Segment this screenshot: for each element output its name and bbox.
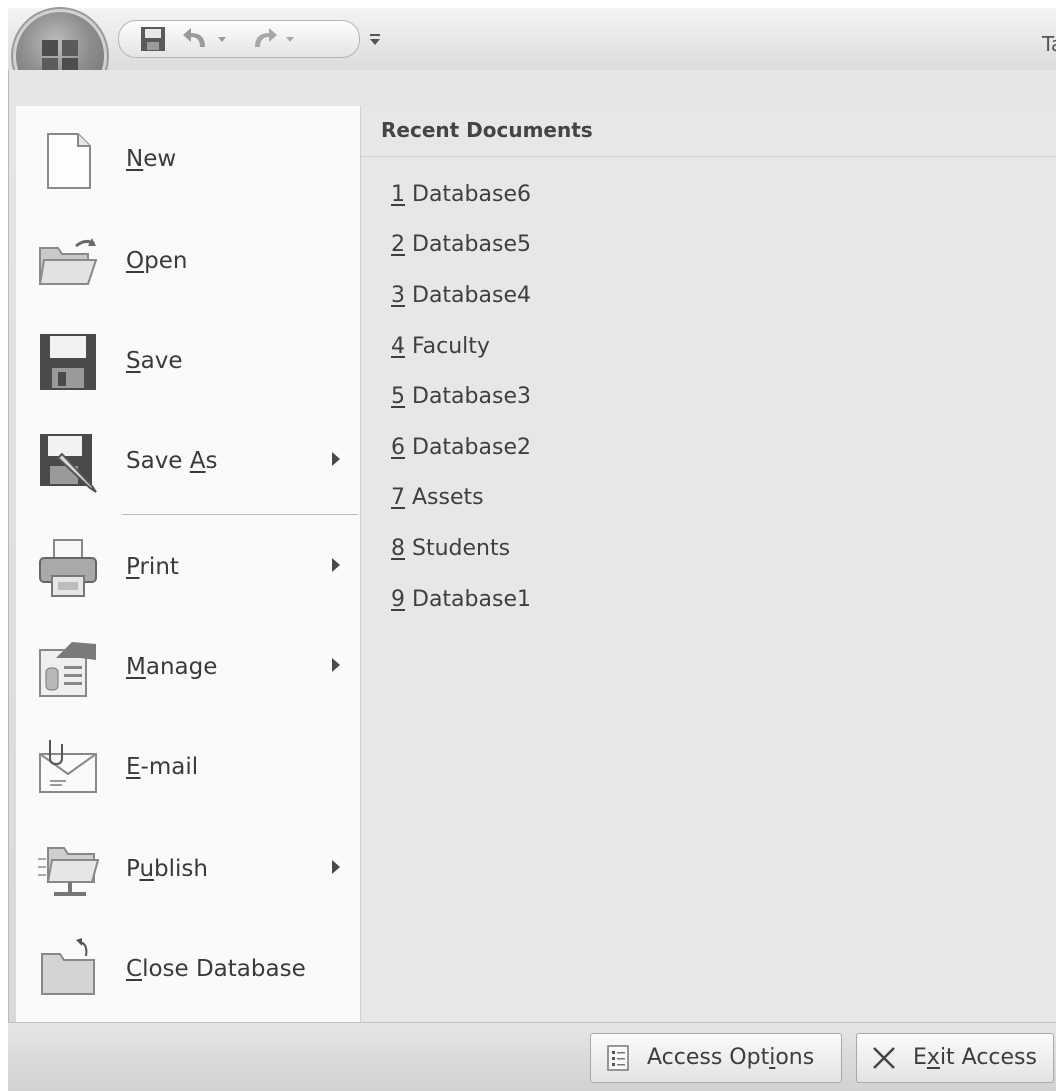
printer-icon: [36, 536, 100, 600]
recent-document-item[interactable]: 7 Assets: [391, 485, 484, 510]
office-menu-footer: Access Options Exit Access: [8, 1022, 1056, 1091]
save-disk-icon: [36, 330, 100, 394]
submenu-arrow-icon: [332, 860, 340, 874]
menu-item-publish[interactable]: Publish: [16, 822, 360, 918]
recent-document-item[interactable]: 2 Database5: [391, 232, 531, 257]
save-icon[interactable]: [137, 25, 169, 53]
window-title-fragment: Ta: [1042, 32, 1056, 56]
menu-separator: [122, 514, 358, 515]
menu-item-label: Save: [126, 348, 183, 374]
menu-item-label: E-mail: [126, 754, 199, 780]
menu-item-new[interactable]: New: [16, 112, 360, 208]
access-options-label: Access Options: [647, 1045, 815, 1070]
office-menu-commands: New Open Save Save As Print Manage E-mai…: [16, 106, 361, 1022]
menu-item-open[interactable]: Open: [16, 214, 360, 310]
exit-access-label: Exit Access: [913, 1045, 1037, 1070]
recent-document-item[interactable]: 1 Database6: [391, 182, 531, 207]
open-folder-icon: [36, 230, 100, 294]
menu-item-label: New: [126, 146, 177, 172]
submenu-arrow-icon: [332, 558, 340, 572]
exit-access-button[interactable]: Exit Access: [856, 1033, 1054, 1083]
undo-dropdown-icon[interactable]: [215, 25, 229, 53]
access-options-button[interactable]: Access Options: [590, 1033, 842, 1083]
menu-item-print[interactable]: Print: [16, 520, 360, 616]
recent-document-item[interactable]: 9 Database1: [391, 587, 531, 612]
quick-access-toolbar: [118, 20, 360, 58]
menu-item-label: Print: [126, 554, 179, 580]
menu-item-save[interactable]: Save: [16, 314, 360, 410]
recent-document-item[interactable]: 6 Database2: [391, 435, 531, 460]
menu-item-manage[interactable]: Manage: [16, 620, 360, 716]
recent-document-item[interactable]: 8 Students: [391, 536, 510, 561]
recent-documents-pane: Recent Documents 1 Database6 2 Database5…: [361, 106, 1056, 1022]
menu-item-email[interactable]: E-mail: [16, 720, 360, 816]
close-database-icon: [36, 938, 100, 1002]
save-as-icon: [36, 430, 100, 494]
menu-item-save-as[interactable]: Save As: [16, 414, 360, 510]
menu-item-label: Open: [126, 248, 188, 274]
menu-item-close-database[interactable]: Close Database: [16, 922, 360, 1018]
close-x-icon: [871, 1044, 897, 1072]
menu-item-label: Close Database: [126, 956, 306, 982]
recent-document-item[interactable]: 4 Faculty: [391, 334, 490, 359]
menu-item-label: Publish: [126, 856, 208, 882]
recent-documents-divider: [361, 156, 1056, 157]
email-icon: [36, 736, 100, 800]
new-document-icon: [36, 128, 100, 192]
options-icon: [605, 1044, 631, 1072]
quick-access-toolbar-bar: Ta: [8, 8, 1056, 71]
recent-documents-header: Recent Documents: [381, 118, 593, 142]
submenu-arrow-icon: [332, 658, 340, 672]
redo-dropdown-icon[interactable]: [283, 25, 297, 53]
redo-icon[interactable]: [247, 25, 281, 53]
customize-qat-icon[interactable]: [366, 26, 384, 52]
manage-icon: [36, 636, 100, 700]
recent-document-item[interactable]: 3 Database4: [391, 283, 531, 308]
undo-icon[interactable]: [179, 25, 213, 53]
menu-item-label: Save As: [126, 448, 218, 474]
menu-item-label: Manage: [126, 654, 218, 680]
recent-document-item[interactable]: 5 Database3: [391, 384, 531, 409]
publish-icon: [36, 838, 100, 902]
submenu-arrow-icon: [332, 452, 340, 466]
